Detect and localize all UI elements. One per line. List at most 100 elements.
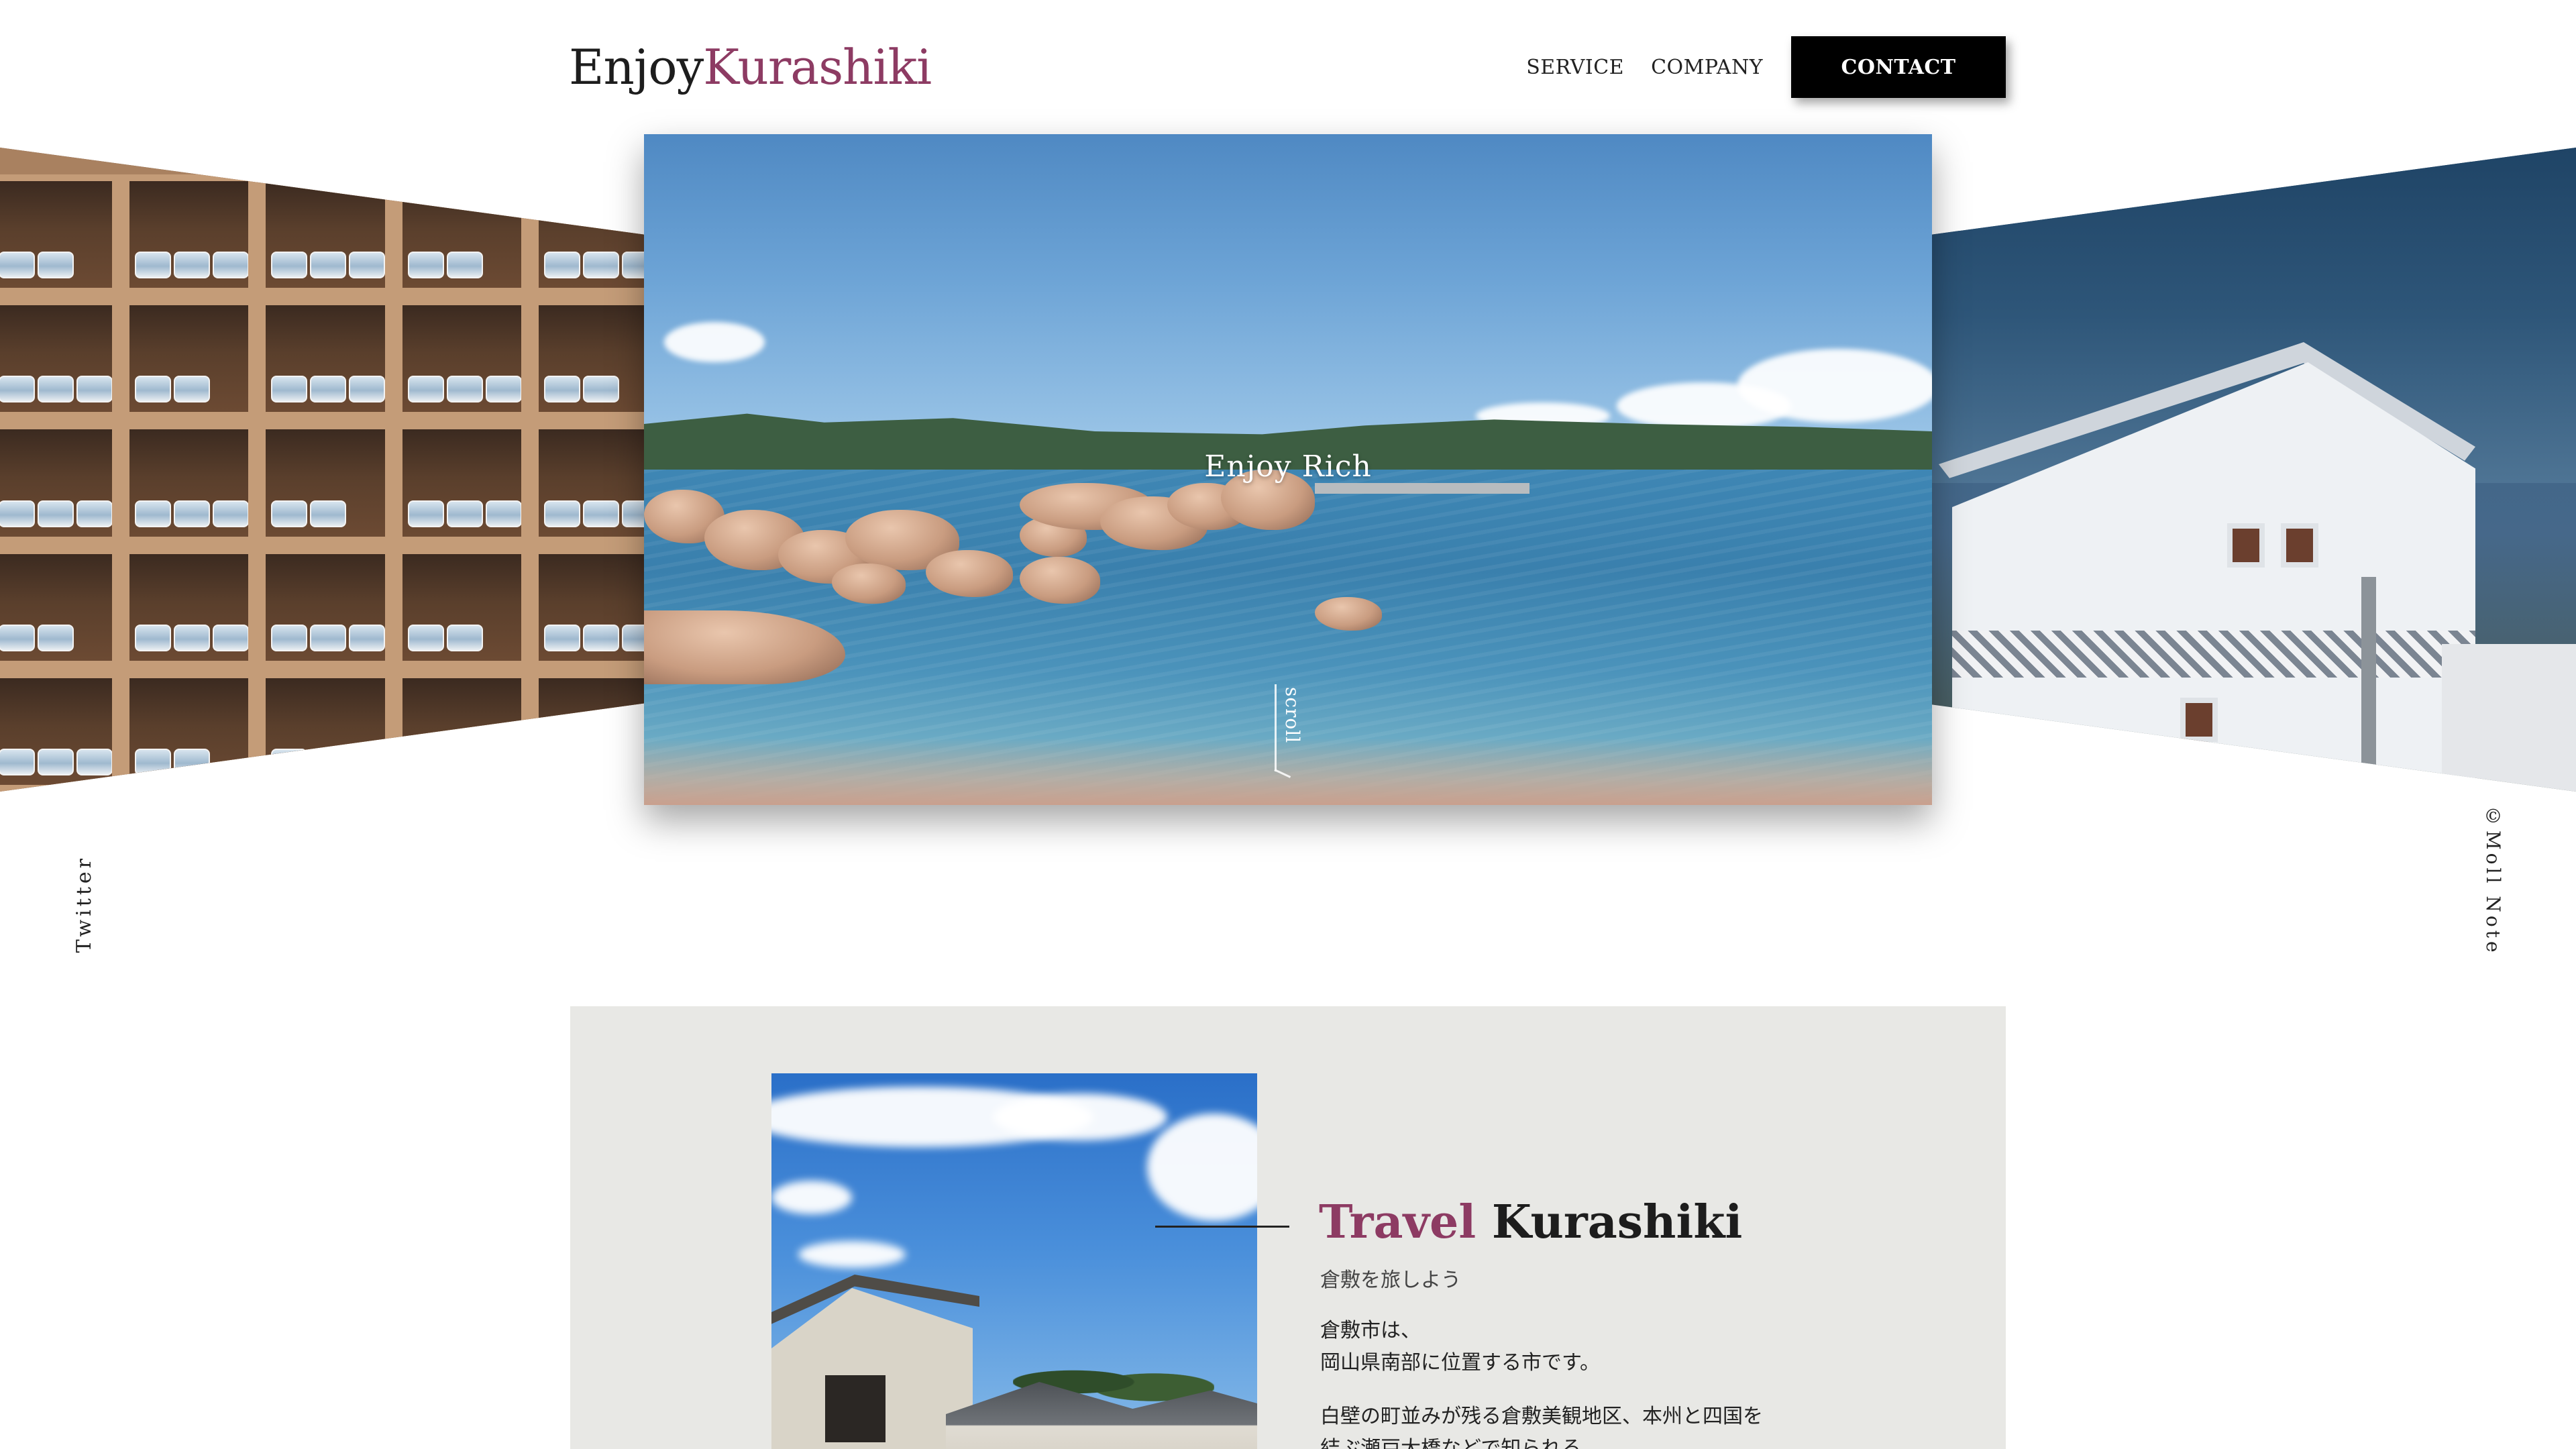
tape-roll xyxy=(38,376,74,403)
tape-roll xyxy=(271,624,308,651)
tape-roll xyxy=(135,252,172,279)
shelf-cubby xyxy=(129,429,249,537)
hero-slide-left-shelves[interactable] xyxy=(0,148,644,792)
tape-roll xyxy=(135,500,172,527)
tape-roll xyxy=(349,624,385,651)
tape-roll xyxy=(446,252,483,279)
tape-roll xyxy=(446,748,483,775)
twitter-link[interactable]: Twitter xyxy=(72,855,96,953)
shelf-cubby xyxy=(538,678,644,785)
tape-roll xyxy=(407,252,444,279)
tape-roll xyxy=(407,500,444,527)
tape-roll xyxy=(0,376,35,403)
travel-section: Travel Kurashiki 倉敷を旅しよう 倉敷市は、 岡山県南部に位置す… xyxy=(570,1006,2006,1449)
shelf-cubby xyxy=(402,305,521,413)
tape-roll xyxy=(543,500,580,527)
shelf-cubby xyxy=(538,181,644,288)
shelf-cubby xyxy=(402,553,521,661)
tape-roll xyxy=(174,252,211,279)
logo-text-enjoy: Enjoy xyxy=(569,39,704,95)
shelf-cubby xyxy=(129,305,249,413)
tape-roll xyxy=(349,376,385,403)
tape-roll xyxy=(407,624,444,651)
shelf-cubby xyxy=(129,181,249,288)
scroll-line xyxy=(1275,684,1277,771)
scroll-label: scroll xyxy=(1281,687,1303,744)
tape-roll xyxy=(621,252,644,279)
tape-roll xyxy=(174,376,211,403)
copyright-text: ©Moll Note xyxy=(2482,805,2504,956)
tape-roll xyxy=(271,376,308,403)
shelf-cubby xyxy=(266,429,385,537)
tape-roll xyxy=(582,376,619,403)
tape-roll xyxy=(485,748,521,775)
shelf-cubby xyxy=(129,678,249,785)
tape-roll xyxy=(310,748,347,775)
travel-title-accent: Travel xyxy=(1319,1195,1477,1249)
shelf-cubby xyxy=(402,429,521,537)
hero-slide-right-warehouse[interactable] xyxy=(1932,148,2576,792)
shelf-cubby xyxy=(266,305,385,413)
tape-roll xyxy=(582,252,619,279)
shelf-cubby xyxy=(0,181,113,288)
tape-roll xyxy=(271,748,308,775)
travel-photo xyxy=(771,1073,1257,1449)
site-logo[interactable]: EnjoyKurashiki xyxy=(569,34,932,101)
hero-slide-main-seaside[interactable]: Enjoy Rich scroll xyxy=(644,134,1932,805)
tape-roll xyxy=(213,624,249,651)
travel-paragraph-2: 白壁の町並みが残る倉敷美観地区、本州と四国を 結ぶ瀬戸大橋などで知られる。 xyxy=(1320,1401,1924,1449)
shelf-cubby xyxy=(0,305,113,413)
shelf-cubby xyxy=(402,181,521,288)
tape-roll xyxy=(38,252,74,279)
travel-description: 倉敷市は、 岡山県南部に位置する市です。 白壁の町並みが残る倉敷美観地区、本州と… xyxy=(1320,1315,1924,1449)
scroll-arrow-icon xyxy=(1274,769,1291,778)
tape-roll xyxy=(310,500,347,527)
shelf-cubby xyxy=(0,553,113,661)
tape-roll xyxy=(0,624,35,651)
tape-roll xyxy=(38,624,74,651)
shelf-cubby xyxy=(0,678,113,785)
shelf-cubby xyxy=(266,678,385,785)
tape-roll xyxy=(582,500,619,527)
contact-button[interactable]: CONTACT xyxy=(1791,36,2006,98)
shelf-cubby xyxy=(402,678,521,785)
tape-roll xyxy=(407,376,444,403)
tape-roll xyxy=(213,252,249,279)
nav-company-link[interactable]: COMPANY xyxy=(1651,56,1763,79)
tape-roll xyxy=(174,748,211,775)
shelf-cubby xyxy=(538,429,644,537)
shelf-cubby xyxy=(0,429,113,537)
tape-roll xyxy=(76,500,113,527)
travel-title: Travel Kurashiki xyxy=(1319,1195,1742,1249)
tape-roll xyxy=(349,252,385,279)
tape-roll xyxy=(543,748,580,775)
tape-roll xyxy=(0,500,35,527)
hero-title: Enjoy Rich xyxy=(1204,449,1372,484)
title-accent-line xyxy=(1155,1226,1289,1228)
shelf-cubby xyxy=(538,305,644,413)
tape-roll xyxy=(310,252,347,279)
paragraph-1-line-1: 倉敷市は、 xyxy=(1320,1319,1421,1342)
shelf-cubby xyxy=(538,553,644,661)
shelf-cubby xyxy=(266,553,385,661)
logo-text-kurashiki: Kurashiki xyxy=(703,39,932,95)
tape-roll xyxy=(446,500,483,527)
shelf-cubby xyxy=(129,553,249,661)
tape-roll xyxy=(485,500,521,527)
tape-roll xyxy=(543,624,580,651)
tape-roll xyxy=(38,500,74,527)
tape-roll xyxy=(310,376,347,403)
tape-roll xyxy=(621,500,644,527)
tape-roll xyxy=(135,748,172,775)
paragraph-2-line-2: 結ぶ瀬戸大橋などで知られる。 xyxy=(1320,1437,1602,1449)
tape-roll xyxy=(76,376,113,403)
nav-service-link[interactable]: SERVICE xyxy=(1526,56,1624,79)
tape-roll xyxy=(582,748,619,775)
tape-roll xyxy=(349,748,385,775)
tape-roll xyxy=(174,500,211,527)
scroll-indicator[interactable]: scroll xyxy=(1274,684,1315,798)
tape-roll xyxy=(271,252,308,279)
main-nav: SERVICE COMPANY CONTACT xyxy=(1526,36,2006,98)
tape-roll xyxy=(446,624,483,651)
tape-roll xyxy=(543,252,580,279)
